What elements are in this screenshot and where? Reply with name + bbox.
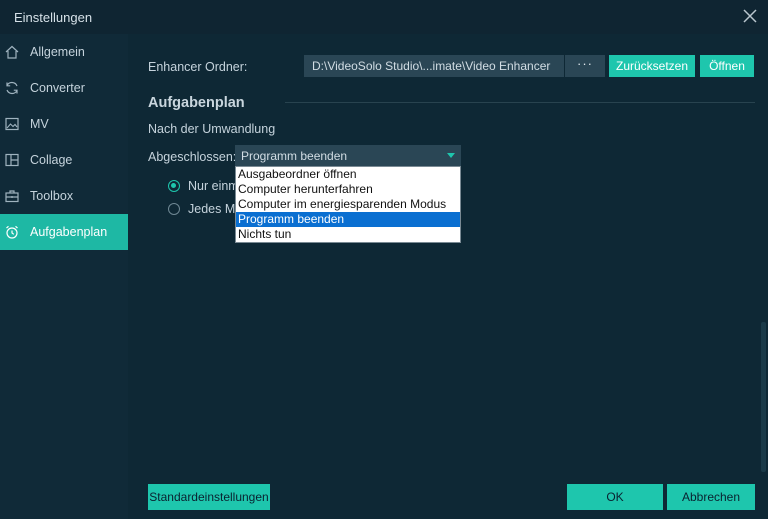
open-button[interactable]: Öffnen xyxy=(700,55,754,77)
sidebar-item-aufgabenplan[interactable]: Aufgabenplan xyxy=(0,214,128,250)
section-title: Aufgabenplan xyxy=(148,95,245,111)
sidebar-item-label: Collage xyxy=(30,153,73,167)
radio-once[interactable]: Nur einm xyxy=(168,179,239,193)
toolbox-icon xyxy=(4,188,20,204)
dropdown-option[interactable]: Nichts tun xyxy=(236,227,460,242)
ok-button[interactable]: OK xyxy=(567,484,663,510)
sidebar-item-toolbox[interactable]: Toolbox xyxy=(0,178,128,214)
sidebar-item-label: MV xyxy=(30,117,49,131)
sidebar-item-label: Allgemein xyxy=(30,45,85,59)
dropdown-option[interactable]: Computer im energiesparenden Modus xyxy=(236,197,460,212)
sidebar-item-converter[interactable]: Converter xyxy=(0,70,128,106)
sidebar-item-label: Converter xyxy=(30,81,85,95)
sidebar-item-label: Aufgabenplan xyxy=(30,225,108,239)
sidebar: Allgemein Converter MV Collage Toolbox A… xyxy=(0,34,128,519)
radio-once-label: Nur einm xyxy=(188,179,239,193)
title-bar: Einstellungen xyxy=(0,0,768,34)
collage-icon xyxy=(4,152,20,168)
close-icon xyxy=(743,9,757,23)
reset-button[interactable]: Zurücksetzen xyxy=(609,55,695,77)
alarm-clock-icon xyxy=(4,224,20,240)
sidebar-item-collage[interactable]: Collage xyxy=(0,142,128,178)
dropdown-option[interactable]: Computer herunterfahren xyxy=(236,182,460,197)
home-icon xyxy=(4,44,20,60)
dropdown-option-selected[interactable]: Programm beenden xyxy=(236,212,460,227)
enhancer-folder-label: Enhancer Ordner: xyxy=(148,60,248,74)
radio-button-checked[interactable] xyxy=(168,180,180,192)
scrollbar[interactable] xyxy=(761,322,766,472)
window-title: Einstellungen xyxy=(14,10,93,25)
dropdown-arrow-icon xyxy=(447,153,455,158)
close-button[interactable] xyxy=(740,6,760,26)
section-divider xyxy=(285,102,755,103)
radio-button[interactable] xyxy=(168,203,180,215)
enhancer-path-field[interactable]: D:\VideoSolo Studio\...imate\Video Enhan… xyxy=(304,55,564,77)
sidebar-item-label: Toolbox xyxy=(30,189,74,203)
select-value: Programm beenden xyxy=(241,149,348,163)
completed-dropdown-list: Ausgabeordner öffnen Computer herunterfa… xyxy=(235,166,461,243)
completed-select[interactable]: Programm beenden xyxy=(235,145,461,166)
image-icon xyxy=(4,116,20,132)
cancel-button[interactable]: Abbrechen xyxy=(667,484,755,510)
dropdown-option[interactable]: Ausgabeordner öffnen xyxy=(236,167,460,182)
defaults-button[interactable]: Standardeinstellungen xyxy=(148,484,270,510)
completed-label: Abgeschlossen: xyxy=(148,150,237,164)
browse-button[interactable]: ··· xyxy=(565,55,605,77)
radio-every[interactable]: Jedes Ma xyxy=(168,202,242,216)
sidebar-item-allgemein[interactable]: Allgemein xyxy=(0,34,128,70)
after-conversion-label: Nach der Umwandlung xyxy=(148,122,276,136)
refresh-icon xyxy=(4,80,20,96)
sidebar-item-mv[interactable]: MV xyxy=(0,106,128,142)
